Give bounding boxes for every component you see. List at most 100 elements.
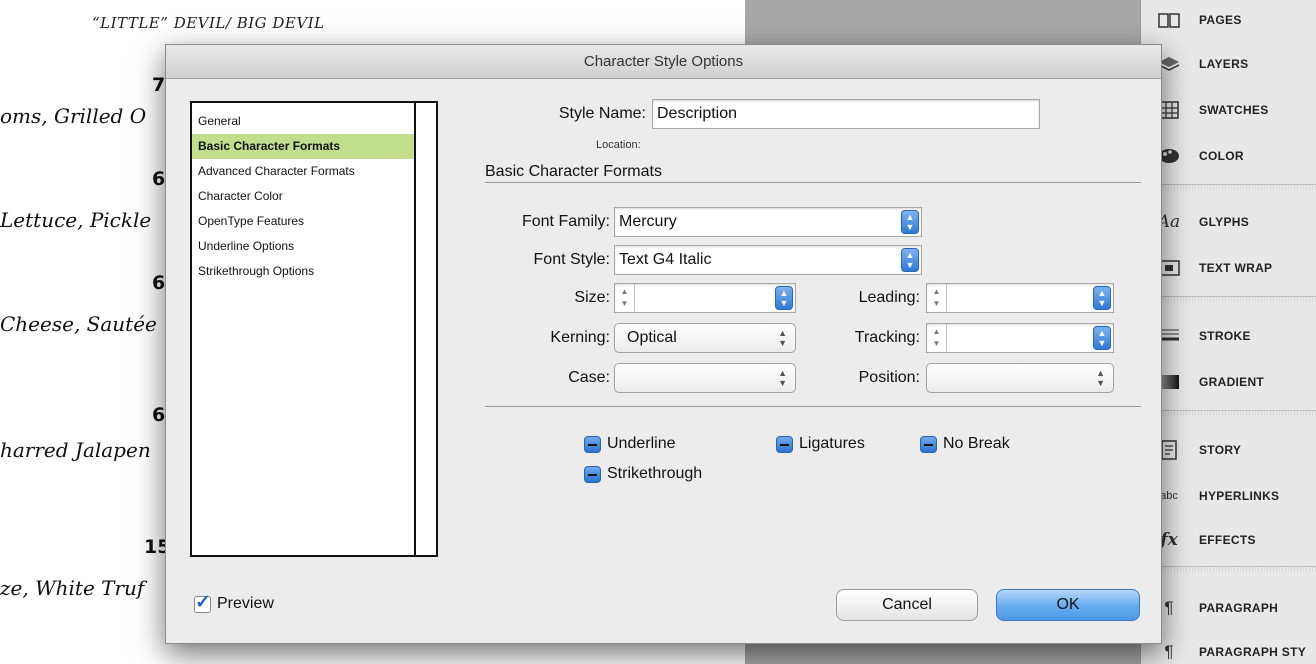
category-character-color[interactable]: Character Color [192,184,436,209]
category-basic-character-formats[interactable]: Basic Character Formats [192,134,436,159]
ligatures-label: Ligatures [799,435,865,452]
strikethrough-label: Strikethrough [607,465,703,482]
leading-field[interactable]: ▲ ▼ ▲ ▼ [926,283,1114,313]
menu-description: Lettuce, Pickle [0,208,152,232]
popup-arrows-icon: ▲ ▼ [778,368,787,388]
size-label: Size: [574,289,610,306]
dock-item-effects[interactable]: fx EFFECTS [1141,520,1316,560]
category-list-scrollbar[interactable] [414,103,436,555]
dock-label: PAGES [1199,13,1242,27]
case-dropdown[interactable]: ▲ ▼ [614,363,796,393]
style-name-field[interactable]: Description [652,99,1040,129]
paragraph-styles-icon: ¶ [1164,642,1174,661]
dock-label: LAYERS [1199,57,1249,71]
mixed-state-icon [584,435,601,453]
stepper-arrows-icon[interactable]: ▲ ▼ [1093,286,1111,310]
location-label: Location: [596,139,641,151]
dock-item-paragraph-styles[interactable]: ¶ PARAGRAPH STY [1141,632,1316,664]
font-style-label: Font Style: [533,251,610,268]
position-dropdown[interactable]: ▲ ▼ [926,363,1114,393]
popup-arrows-icon: ▲ ▼ [1096,368,1105,388]
preview-checkbox[interactable]: ✓ Preview [194,592,274,613]
checkbox-box: ✓ [194,592,211,613]
dock-item-text-wrap[interactable]: TEXT WRAP [1141,248,1316,288]
kerning-dropdown[interactable]: Optical ▲ ▼ [614,323,796,353]
dock-item-pages[interactable]: PAGES [1141,0,1316,40]
category-strikethrough-options[interactable]: Strikethrough Options [192,259,436,284]
dock-label: PARAGRAPH [1199,601,1279,615]
character-style-options-dialog: Character Style Options General Basic Ch… [165,44,1162,644]
no-break-label: No Break [943,435,1010,452]
stepper-arrows-icon[interactable]: ▲ ▼ [901,210,919,234]
stepper-arrows-icon[interactable]: ▲ ▼ [775,286,793,310]
section-divider [485,182,1141,183]
mixed-state-icon [584,465,601,483]
pages-icon [1157,10,1181,30]
underline-checkbox[interactable]: Underline [584,435,675,453]
kerning-value: Optical [627,329,677,346]
no-break-checkbox[interactable]: No Break [920,435,1010,453]
font-style-value: Text G4 Italic [619,251,712,268]
popup-arrows-icon: ▲ ▼ [778,328,787,348]
dock-item-layers[interactable]: LAYERS [1141,44,1316,84]
stepper-arrows-icon[interactable]: ▲ ▼ [901,248,919,272]
style-name-label: Style Name: [558,105,646,122]
dock-separator [1141,296,1316,302]
menu-description: oms, Grilled O [0,104,147,128]
dock-separator [1141,184,1316,190]
dock-separator [1141,410,1316,416]
case-label: Case: [568,369,610,386]
category-underline-options[interactable]: Underline Options [192,234,436,259]
dock-item-story[interactable]: STORY [1141,430,1316,470]
dock-label: HYPERLINKS [1199,489,1280,503]
tracking-field[interactable]: ▲ ▼ ▲ ▼ [926,323,1114,353]
stepper-arrows-icon[interactable]: ▲ ▼ [1093,326,1111,350]
tracking-label: Tracking: [854,329,920,346]
panel-dock: PAGES LAYERS SWATCHES COLOR Aa GLYPHS TE… [1140,0,1316,664]
category-general[interactable]: General [192,109,436,134]
dock-label: PARAGRAPH STY [1199,645,1307,659]
dock-label: EFFECTS [1199,533,1256,547]
mixed-state-icon [920,435,937,453]
dock-label: COLOR [1199,149,1244,163]
checkmark-icon: ✓ [195,591,211,613]
mixed-state-icon [776,435,793,453]
strikethrough-checkbox[interactable]: Strikethrough [584,465,702,483]
underline-label: Underline [607,435,676,452]
dock-item-swatches[interactable]: SWATCHES [1141,90,1316,130]
dock-item-glyphs[interactable]: Aa GLYPHS [1141,202,1316,242]
options-divider [485,406,1141,407]
category-advanced-character-formats[interactable]: Advanced Character Formats [192,159,436,184]
menu-description: ze, White Truf [0,576,145,600]
menu-description: harred Jalapen [0,438,151,462]
ligatures-checkbox[interactable]: Ligatures [776,435,865,453]
dock-item-color[interactable]: COLOR [1141,136,1316,176]
font-family-value: Mercury [619,213,677,230]
dock-item-paragraph[interactable]: ¶ PARAGRAPH [1141,588,1316,628]
ok-button[interactable]: OK [996,589,1140,621]
nudge-arrows-icon[interactable]: ▲ ▼ [615,284,635,312]
category-opentype-features[interactable]: OpenType Features [192,209,436,234]
font-style-dropdown[interactable]: Text G4 Italic ▲ ▼ [614,245,922,275]
dock-label: STROKE [1199,329,1251,343]
nudge-arrows-icon[interactable]: ▲ ▼ [927,284,947,312]
dialog-title[interactable]: Character Style Options [166,45,1161,79]
nudge-arrows-icon[interactable]: ▲ ▼ [927,324,947,352]
dock-item-hyperlinks[interactable]: abc HYPERLINKS [1141,476,1316,516]
section-title: Basic Character Formats [485,163,662,180]
dock-label: GLYPHS [1199,215,1250,229]
dock-label: SWATCHES [1199,103,1269,117]
dock-item-gradient[interactable]: GRADIENT [1141,362,1316,402]
dock-label: TEXT WRAP [1199,261,1273,275]
dock-label: STORY [1199,443,1242,457]
cancel-button[interactable]: Cancel [836,589,978,621]
dock-item-stroke[interactable]: STROKE [1141,316,1316,356]
document-heading: “LITTLE” DEVIL/ BIG DEVIL [92,14,325,32]
position-label: Position: [858,369,920,386]
preview-label: Preview [217,595,274,612]
leading-label: Leading: [858,289,920,306]
category-list[interactable]: General Basic Character Formats Advanced… [190,101,438,557]
dock-label: GRADIENT [1199,375,1265,389]
size-field[interactable]: ▲ ▼ ▲ ▼ [614,283,796,313]
font-family-dropdown[interactable]: Mercury ▲ ▼ [614,207,922,237]
